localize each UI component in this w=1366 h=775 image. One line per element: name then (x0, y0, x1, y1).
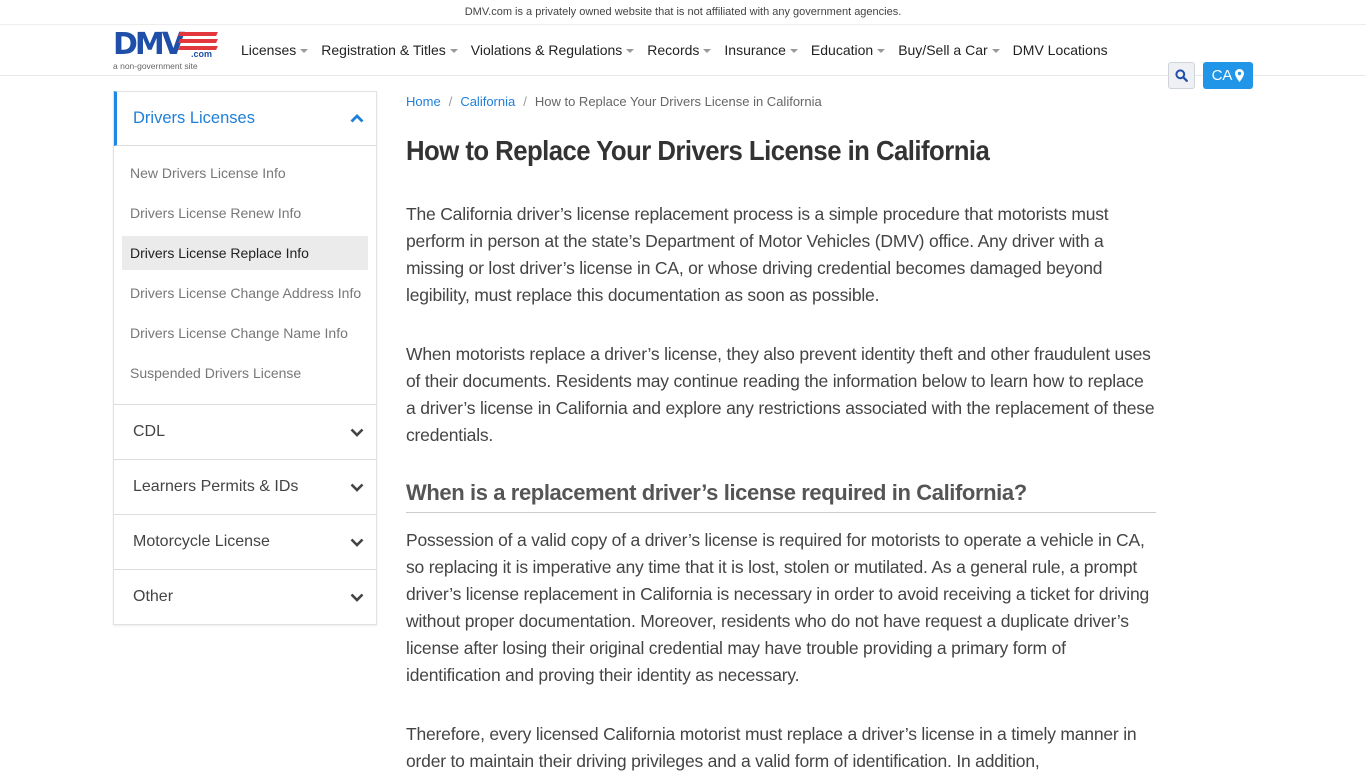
search-icon (1175, 69, 1188, 82)
search-button[interactable] (1168, 62, 1195, 89)
chevron-down-icon (350, 483, 364, 492)
nav-licenses[interactable]: Licenses (241, 42, 309, 58)
nav-education[interactable]: Education (810, 42, 886, 58)
sidebar-link-new-license[interactable]: New Drivers License Info (122, 156, 368, 190)
sidebar-category-label: Motorcycle License (133, 533, 270, 550)
nav-label: Licenses (241, 42, 297, 58)
page-title: How to Replace Your Drivers License in C… (406, 135, 990, 166)
chevron-down-icon (350, 538, 364, 547)
sidebar-category-label: Learners Permits & IDs (133, 478, 299, 495)
breadcrumb-state[interactable]: California (460, 94, 515, 109)
nav-label: Buy/Sell a Car (898, 42, 988, 58)
nav-records[interactable]: Records (647, 42, 712, 58)
sidebar-category-other[interactable]: Other (114, 569, 376, 624)
sidebar-category-learners-permits[interactable]: Learners Permits & IDs (114, 459, 376, 514)
nav-violations-regulations[interactable]: Violations & Regulations (471, 42, 635, 58)
breadcrumb-separator: / (448, 94, 453, 109)
nav-insurance[interactable]: Insurance (724, 42, 798, 58)
site-header: DMV .com a non-government site Licenses … (0, 25, 1366, 89)
sidebar-link-suspended[interactable]: Suspended Drivers License (122, 356, 368, 390)
caret-down-icon (449, 49, 458, 53)
logo-suffix: .com (191, 49, 213, 59)
breadcrumb-current: How to Replace Your Drivers License in C… (534, 94, 822, 109)
chevron-down-icon (350, 428, 364, 437)
logo-text: DMV (113, 27, 185, 62)
sidebar-links: New Drivers License Info Drivers License… (114, 146, 376, 404)
nav-buy-sell-car[interactable]: Buy/Sell a Car (898, 42, 1000, 58)
sidebar-link-change-address[interactable]: Drivers License Change Address Info (122, 276, 368, 310)
article: Home / California / How to Replace Your Driv… (406, 91, 1156, 775)
sidebar-section-drivers-licenses[interactable]: Drivers Licenses (114, 91, 376, 146)
nav-label: Registration & Titles (321, 42, 446, 58)
sidebar-link-replace[interactable]: Drivers License Replace Info (122, 236, 368, 270)
chevron-down-icon (350, 593, 364, 602)
site-logo[interactable]: DMV .com a non-government site (113, 29, 223, 73)
disclaimer-text: DMV.com is a privately owned website tha… (464, 6, 902, 18)
nav-label: Education (810, 42, 874, 58)
article-paragraph: Possession of a valid copy of a driver’s… (406, 530, 1150, 685)
sidebar-section-label: Drivers Licenses (133, 109, 255, 127)
caret-down-icon (626, 49, 635, 53)
nav-label: Records (647, 42, 700, 58)
section-heading: When is a replacement driver’s license r… (406, 480, 1156, 513)
logo-tagline: a non-government site (113, 61, 198, 71)
main-nav: Licenses Registration & Titles Violation… (241, 25, 1121, 75)
nav-label: DMV Locations (1012, 42, 1108, 58)
nav-registration-titles[interactable]: Registration & Titles (321, 42, 458, 58)
sidebar-category-cdl[interactable]: CDL (114, 404, 376, 459)
caret-down-icon (789, 49, 798, 53)
caret-down-icon (300, 49, 309, 53)
article-paragraph: The California driver’s license replacem… (406, 204, 1109, 305)
breadcrumb-home[interactable]: Home (406, 94, 441, 109)
article-paragraph: When motorists replace a driver’s licens… (406, 344, 1155, 445)
sidebar-category-label: CDL (133, 423, 166, 440)
nav-label: Violations & Regulations (470, 42, 623, 58)
breadcrumb: Home / California / How to Replace Your Driv… (406, 91, 1156, 113)
breadcrumb-separator: / (523, 94, 527, 109)
article-paragraph: Therefore, every licensed California mot… (406, 724, 1137, 771)
sidebar-link-change-name[interactable]: Drivers License Change Name Info (122, 316, 368, 350)
sidebar-link-renew[interactable]: Drivers License Renew Info (122, 196, 368, 230)
sidebar-category-label: Other (133, 588, 174, 605)
chevron-up-icon (350, 114, 364, 123)
state-selector-button[interactable]: CA (1203, 62, 1253, 89)
caret-down-icon (877, 49, 886, 53)
map-marker-icon (1235, 69, 1245, 82)
state-label: CA (1211, 67, 1233, 84)
sidebar-category-motorcycle[interactable]: Motorcycle License (114, 514, 376, 569)
caret-down-icon (991, 49, 1000, 53)
disclaimer-bar: DMV.com is a privately owned website tha… (0, 0, 1366, 25)
sidebar: Drivers Licenses New Drivers License Inf… (113, 91, 377, 625)
caret-down-icon (703, 49, 712, 53)
nav-dmv-locations[interactable]: DMV Locations (1013, 42, 1108, 58)
nav-label: Insurance (724, 42, 786, 58)
